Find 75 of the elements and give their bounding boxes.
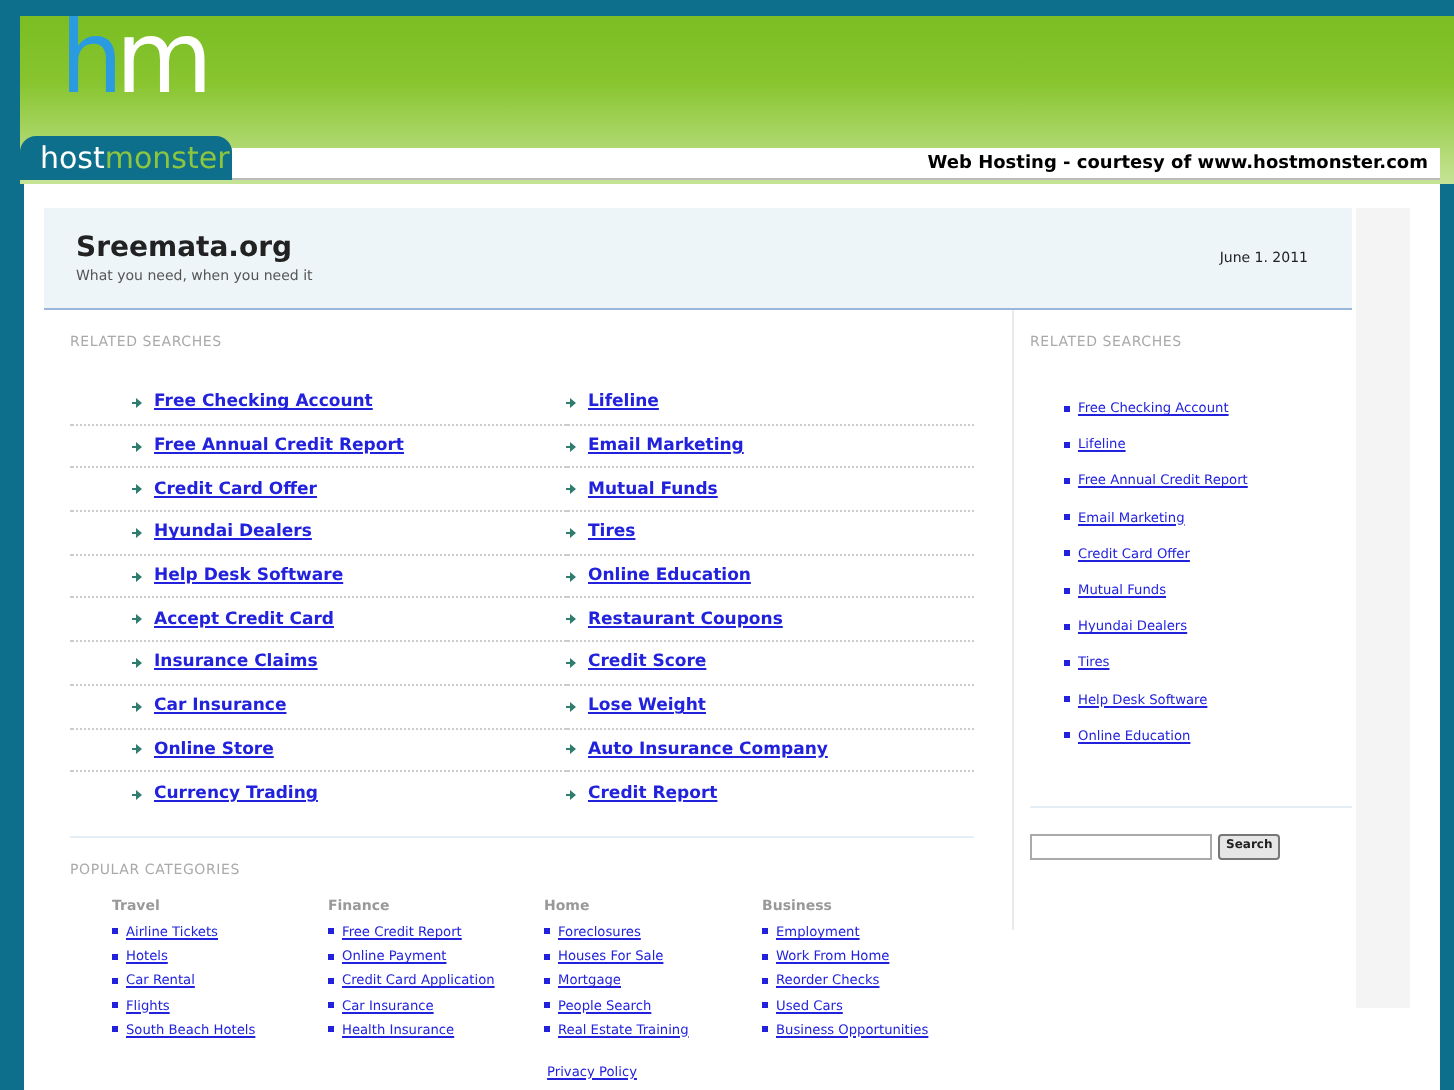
arrow-icon (132, 744, 142, 755)
bullet-icon (1064, 623, 1070, 630)
arrow-icon (566, 397, 576, 408)
arrow-icon (132, 397, 142, 408)
bullet-icon (1064, 514, 1070, 521)
arrow-icon (132, 657, 142, 668)
bullet-icon (1064, 441, 1070, 448)
search-link[interactable]: Credit Card Offer (154, 477, 317, 502)
bullet-icon (1064, 405, 1070, 412)
search-link[interactable]: Insurance Claims (154, 650, 318, 675)
search-link[interactable]: Car Insurance (154, 694, 287, 719)
bullet-icon (762, 1002, 768, 1009)
arrow-icon (566, 701, 576, 712)
arrow-icon (566, 527, 576, 538)
arrow-icon (566, 614, 576, 625)
search-link[interactable]: Free Annual Credit Report (154, 434, 404, 459)
bullet-icon (1064, 587, 1070, 594)
search-link[interactable]: Accept Credit Card (154, 607, 334, 632)
bullet-icon (328, 928, 334, 935)
arrow-icon (132, 571, 142, 582)
search-link[interactable]: Email Marketing (588, 434, 744, 459)
search-link[interactable]: Free Checking Account (154, 390, 373, 415)
bullet-icon (762, 977, 768, 984)
search-link[interactable]: Auto Insurance Company (588, 737, 828, 762)
bullet-icon (112, 1002, 118, 1009)
arrow-icon (566, 484, 576, 495)
arrow-icon (566, 441, 576, 452)
site-title: Sreemata.org (76, 232, 295, 264)
bullet-icon (112, 1026, 118, 1033)
bullet-icon (112, 928, 118, 935)
bullet-icon (544, 928, 550, 935)
search-field[interactable] (1030, 833, 1212, 860)
search-link[interactable]: Tires (588, 520, 636, 545)
logo-wordmark[interactable]: hostmonster (20, 136, 232, 180)
search-link[interactable]: Help Desk Software (154, 564, 344, 589)
bullet-icon (762, 1026, 768, 1033)
arrow-icon (132, 484, 142, 495)
bullet-icon (544, 977, 550, 984)
bullet-icon (1064, 477, 1070, 484)
bullet-icon (328, 977, 334, 984)
search-link[interactable]: Mutual Funds (588, 477, 718, 502)
bullet-icon (544, 1002, 550, 1009)
bullet-icon (328, 1002, 334, 1009)
courtesy-text: Web Hosting - courtesy of www.hostmonster.com (232, 148, 1440, 180)
arrow-icon (566, 744, 576, 755)
arrow-icon (132, 614, 142, 625)
search-link[interactable]: Currency Trading (154, 782, 318, 807)
bullet-icon (1064, 696, 1070, 703)
search-link[interactable]: Credit Report (588, 782, 718, 807)
bullet-icon (1064, 659, 1070, 666)
bullet-icon (328, 953, 334, 960)
bullet-icon (762, 953, 768, 960)
bullet-icon (544, 1026, 550, 1033)
arrow-icon (132, 527, 142, 538)
arrow-icon (132, 701, 142, 712)
bullet-icon (112, 977, 118, 984)
search-link[interactable]: Online Store (154, 737, 274, 762)
bullet-icon (1064, 550, 1070, 557)
search-link[interactable]: Lifeline (588, 390, 659, 415)
search-link[interactable]: Online Education (588, 564, 751, 589)
arrow-icon (566, 571, 576, 582)
search-link[interactable]: Restaurant Coupons (588, 607, 783, 632)
arrow-icon (132, 441, 142, 452)
arrow-icon (566, 789, 576, 800)
logo-mark: hm (60, 0, 205, 116)
arrow-icon (132, 789, 142, 800)
bullet-icon (544, 953, 550, 960)
bullet-icon (1064, 732, 1070, 739)
bullet-icon (112, 953, 118, 960)
arrow-icon (566, 657, 576, 668)
search-link[interactable]: Hyundai Dealers (154, 520, 312, 545)
search-link[interactable]: Lose Weight (588, 694, 706, 719)
search-link[interactable]: Credit Score (588, 650, 707, 675)
bullet-icon (328, 1026, 334, 1033)
bullet-icon (762, 928, 768, 935)
